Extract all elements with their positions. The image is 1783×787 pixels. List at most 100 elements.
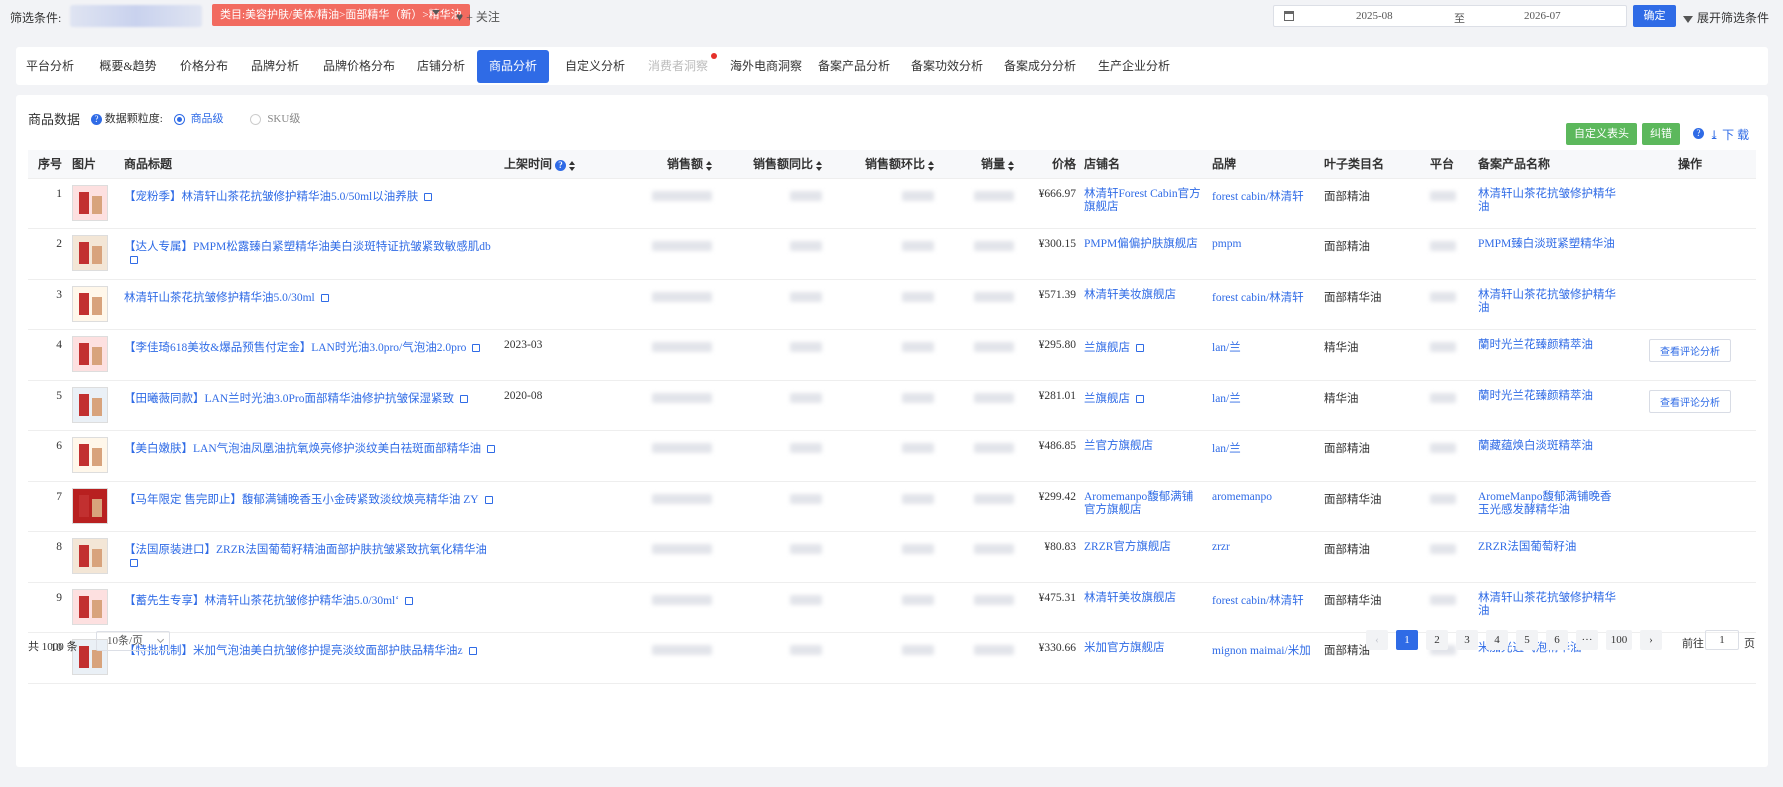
brand-link[interactable]: forest cabin/林清轩: [1212, 191, 1304, 203]
brand-link[interactable]: zrzr: [1212, 541, 1230, 553]
date-range-picker[interactable]: 2025-08 至 2026-07: [1273, 5, 1627, 27]
radio-sku-level[interactable]: SKU级: [250, 113, 300, 125]
product-title-link[interactable]: 【特批机制】米加气泡油美白抗皱修护提亮淡纹面部护肤品精华油z: [124, 645, 463, 657]
brand-link[interactable]: lan/兰: [1212, 393, 1241, 405]
shop-link[interactable]: 兰旗舰店: [1084, 342, 1130, 354]
help-icon[interactable]: ?: [1693, 128, 1704, 139]
sort-icon[interactable]: [1008, 160, 1014, 171]
external-link-icon[interactable]: [130, 559, 138, 567]
col-sales-amount[interactable]: 销售额: [604, 150, 716, 179]
product-title-link[interactable]: 【达人专属】PMPM松露臻白紧塑精华油美白淡斑特证抗皱紧致敏感肌db: [124, 241, 491, 253]
shop-link[interactable]: 米加官方旗舰店: [1084, 642, 1165, 654]
product-image[interactable]: [72, 588, 108, 625]
product-image[interactable]: [72, 235, 108, 271]
download-button[interactable]: ⤓ 下 载: [1709, 126, 1749, 143]
shop-link[interactable]: ZRZR官方旗舰店: [1084, 541, 1171, 553]
external-link-icon[interactable]: [424, 192, 433, 201]
date-end[interactable]: 2026-07: [1524, 10, 1561, 22]
prev-page-button[interactable]: ‹: [1366, 630, 1388, 650]
brand-link[interactable]: lan/兰: [1212, 443, 1241, 455]
brand-link[interactable]: pmpm: [1212, 238, 1241, 250]
sort-icon[interactable]: [569, 160, 576, 171]
external-link-icon[interactable]: [320, 293, 329, 302]
brand-link[interactable]: forest cabin/林清轩: [1212, 292, 1304, 304]
product-title-link[interactable]: 【宠粉季】林清轩山茶花抗皱修护精华油5.0/50ml以油养肤: [124, 191, 418, 203]
expand-filters-button[interactable]: 展开筛选条件: [1683, 9, 1769, 26]
shop-link[interactable]: Aromemanpo馥郁满铺官方旗舰店: [1084, 491, 1193, 516]
tab-brand-price[interactable]: 品牌价格分布: [319, 50, 399, 83]
page-button[interactable]: 4: [1486, 630, 1508, 650]
help-icon[interactable]: ?: [91, 113, 102, 125]
product-title-link[interactable]: 【法国原装进口】ZRZR法国葡萄籽精油面部护肤抗皱紧致抗氧化精华油: [124, 544, 487, 556]
product-title-link[interactable]: 【美白嫩肤】LAN气泡油凤凰油抗氧焕亮修护淡纹美白祛斑面部精华油: [124, 443, 481, 455]
shop-link[interactable]: 兰旗舰店: [1084, 393, 1130, 405]
page-button[interactable]: 2: [1426, 630, 1448, 650]
tab-brand[interactable]: 品牌分析: [247, 50, 303, 83]
page-button[interactable]: 1: [1396, 630, 1418, 650]
brand-link[interactable]: aromemanpo: [1212, 491, 1272, 503]
external-link-icon[interactable]: [1136, 394, 1144, 403]
sort-icon[interactable]: [928, 160, 934, 171]
tab-custom[interactable]: 自定义分析: [562, 50, 628, 83]
radio-item-level[interactable]: 商品级: [173, 113, 224, 125]
tab-platform[interactable]: 平台分析: [22, 50, 78, 83]
record-product-link[interactable]: 林清轩山茶花抗皱修护精华油: [1478, 188, 1616, 213]
follow-button[interactable]: ♥ + 关注: [456, 8, 500, 25]
brand-link[interactable]: mignon maimai/米加: [1212, 645, 1311, 657]
product-title-link[interactable]: 林清轩山茶花抗皱修护精华油5.0/30ml: [124, 292, 315, 304]
tab-shop[interactable]: 店铺分析: [413, 50, 469, 83]
tab-consumer[interactable]: 消费者洞察: [645, 50, 717, 83]
tab-record-ingredient[interactable]: 备案成分分析: [1004, 50, 1076, 83]
product-title-link[interactable]: 【李佳琦618美妆&爆品预售付定金】LAN时光油3.0pro/气泡油2.0pro: [124, 342, 466, 354]
shop-link[interactable]: PMPM偏偏护肤旗舰店: [1084, 238, 1198, 250]
product-image[interactable]: [72, 184, 108, 221]
tab-record-efficacy[interactable]: 备案功效分析: [911, 50, 983, 83]
external-link-icon[interactable]: [405, 596, 414, 605]
brand-link[interactable]: forest cabin/林清轩: [1212, 595, 1304, 607]
confirm-button[interactable]: 确定: [1633, 5, 1676, 27]
goto-page-input[interactable]: 1: [1705, 630, 1739, 650]
record-product-link[interactable]: AromeManpo馥郁满铺晚香玉光感发酵精华油: [1478, 491, 1612, 516]
chevron-down-icon[interactable]: [432, 10, 440, 15]
external-link-icon[interactable]: [468, 647, 477, 655]
date-start[interactable]: 2025-08: [1356, 10, 1393, 22]
tab-overview[interactable]: 概要&趋势: [96, 50, 160, 83]
external-link-icon[interactable]: [1136, 344, 1144, 352]
tab-overseas[interactable]: 海外电商洞察: [726, 50, 806, 83]
col-qty[interactable]: 销量: [938, 150, 1018, 179]
tab-record-product[interactable]: 备案产品分析: [818, 50, 890, 83]
next-page-button[interactable]: ›: [1640, 630, 1662, 650]
sort-icon[interactable]: [706, 160, 712, 171]
product-title-link[interactable]: 【蓄先生专享】林清轩山茶花抗皱修护精华油5.0/30ml‘: [124, 595, 399, 607]
product-image[interactable]: [72, 386, 108, 423]
custom-header-button[interactable]: 自定义表头: [1566, 123, 1637, 145]
col-mom[interactable]: 销售额环比: [826, 150, 938, 179]
page-size-select[interactable]: 10条/页: [96, 631, 170, 651]
record-product-link[interactable]: 林清轩山茶花抗皱修护精华油: [1478, 592, 1616, 617]
page-ellipsis[interactable]: ···: [1576, 630, 1598, 650]
product-title-link[interactable]: 【田曦薇同款】LAN兰时光油3.0Pro面部精华油修护抗皱保湿紧致: [124, 393, 454, 405]
record-product-link[interactable]: PMPM臻白淡斑紧塑精华油: [1478, 238, 1615, 250]
record-product-link[interactable]: ZRZR法国葡萄籽油: [1478, 541, 1576, 553]
view-review-analysis-button[interactable]: 查看评论分析: [1649, 389, 1731, 413]
sort-icon[interactable]: [816, 160, 822, 171]
tab-price-dist[interactable]: 价格分布: [176, 50, 232, 83]
page-button[interactable]: 6: [1546, 630, 1568, 650]
shop-link[interactable]: 林清轩Forest Cabin官方旗舰店: [1084, 188, 1201, 213]
page-button[interactable]: 5: [1516, 630, 1538, 650]
external-link-icon[interactable]: [484, 495, 493, 504]
shop-link[interactable]: 林清轩美妆旗舰店: [1084, 289, 1176, 301]
product-image[interactable]: [72, 437, 108, 473]
record-product-link[interactable]: 蘭藏蕴焕白淡斑精萃油: [1478, 440, 1593, 452]
product-image[interactable]: [72, 285, 108, 322]
external-link-icon[interactable]: [459, 394, 468, 403]
brand-link[interactable]: lan/兰: [1212, 342, 1241, 354]
view-review-analysis-button[interactable]: 查看评论分析: [1649, 339, 1731, 362]
external-link-icon[interactable]: [472, 344, 481, 352]
product-image[interactable]: [72, 487, 108, 524]
external-link-icon[interactable]: [130, 256, 138, 264]
tab-product[interactable]: 商品分析: [477, 50, 549, 83]
record-product-link[interactable]: 蘭时光兰花臻颜精萃油: [1478, 339, 1593, 351]
col-yoy[interactable]: 销售额同比: [716, 150, 826, 179]
record-product-link[interactable]: 林清轩山茶花抗皱修护精华油: [1478, 289, 1616, 314]
